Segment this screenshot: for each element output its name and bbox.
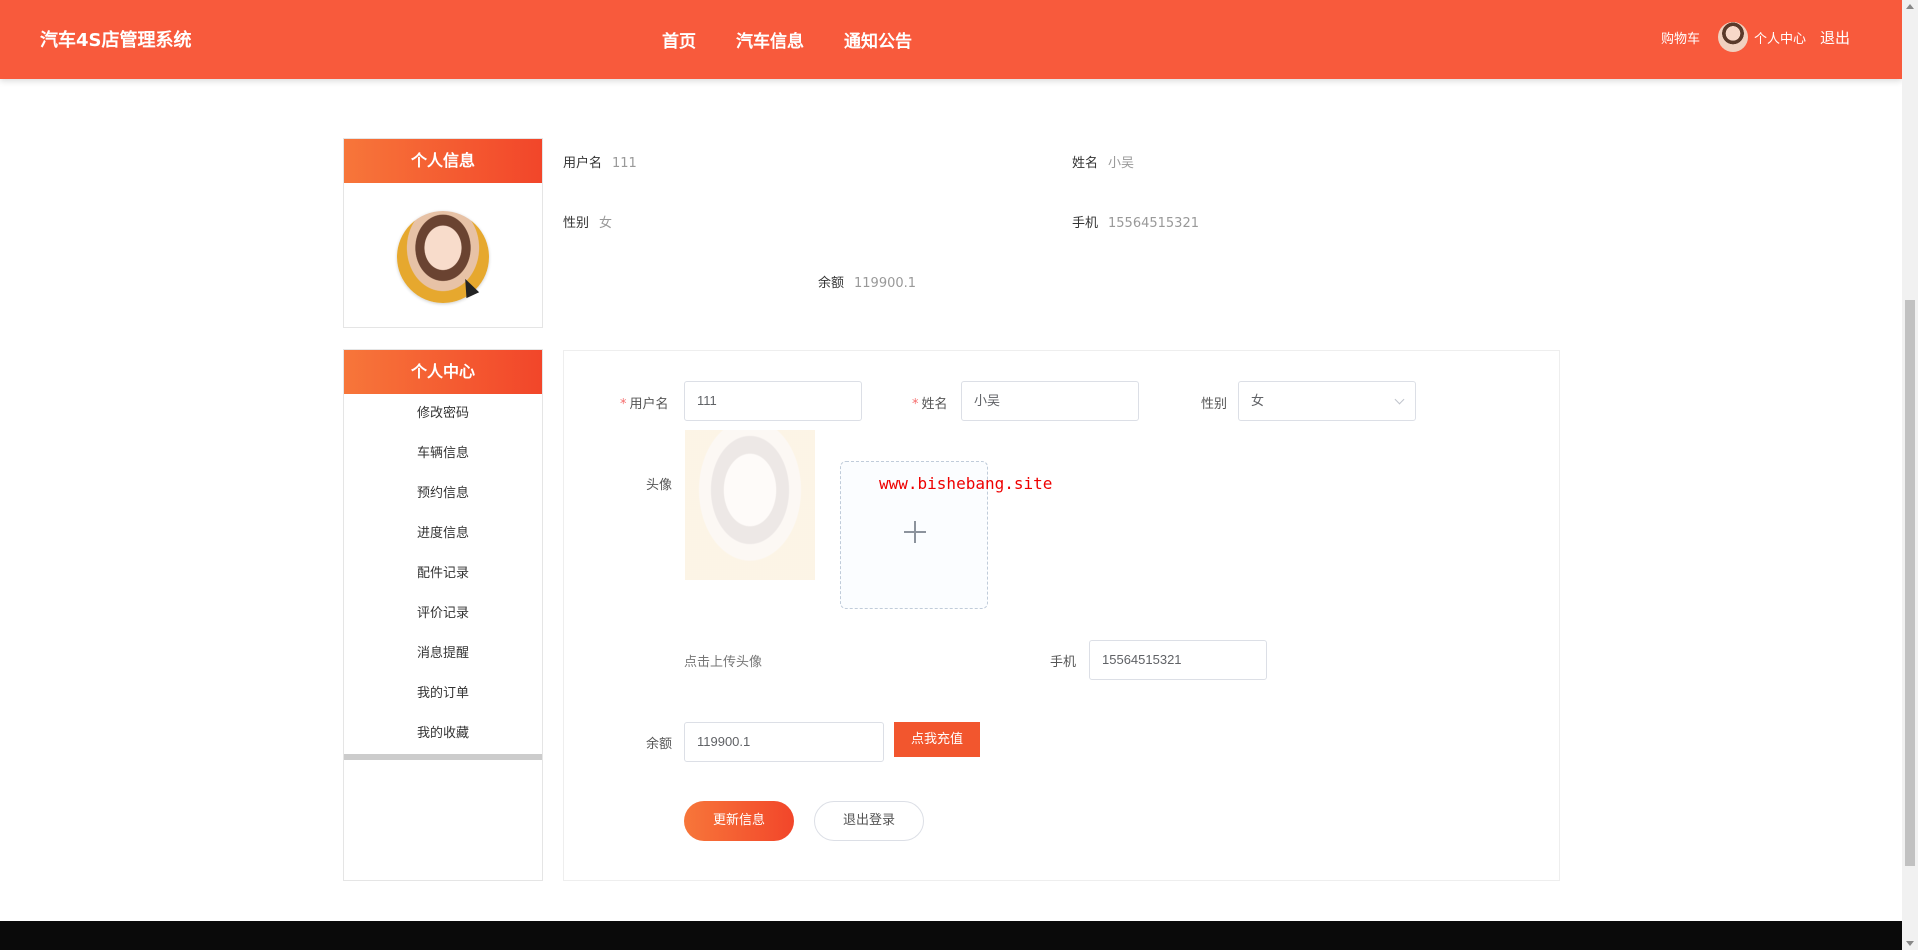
menu-change-password[interactable]: 修改密码 (344, 394, 542, 434)
profile-gender-value: 女 (599, 216, 613, 231)
profile-phone: 手机 15564515321 (1072, 212, 1199, 231)
profile-username-label: 用户名 (563, 156, 603, 171)
header-user-area: 购物车 个人中心 退出 (1661, 22, 1850, 52)
logout-button[interactable]: 退出登录 (814, 801, 924, 841)
menu-parts-record[interactable]: 配件记录 (344, 554, 542, 594)
recharge-button[interactable]: 点我充值 (894, 722, 980, 757)
chevron-down-icon (1394, 394, 1405, 405)
page: 汽车4S店管理系统 首页 汽车信息 通知公告 购物车 个人中心 退出 个人信息 … (0, 0, 1918, 950)
menu-my-orders[interactable]: 我的订单 (344, 674, 542, 714)
upload-hint: 点击上传头像 (684, 655, 763, 670)
update-info-button[interactable]: 更新信息 (684, 801, 794, 841)
menu-divider (344, 754, 542, 760)
username-input[interactable]: 111 (684, 381, 862, 421)
profile-phone-label: 手机 (1072, 216, 1099, 231)
gender-select[interactable]: 女 (1238, 381, 1416, 421)
scrollbar-thumb[interactable] (1905, 300, 1915, 866)
phone-input[interactable]: 15564515321 (1089, 640, 1267, 680)
profile-username-value: 111 (612, 156, 637, 171)
profile-phone-value: 15564515321 (1108, 216, 1199, 231)
watermark-text: www.bishebang.site (879, 474, 1053, 493)
profile-username: 用户名 111 (563, 152, 637, 171)
footer (0, 921, 1902, 950)
form-username-label: * 用户名 (620, 397, 669, 412)
name-input[interactable]: 小吴 (961, 381, 1139, 421)
profile-balance-label: 余额 (818, 276, 845, 291)
nav-home[interactable]: 首页 (662, 27, 696, 52)
cart-link[interactable]: 购物车 (1661, 28, 1700, 47)
personal-info-card: 个人信息 (343, 138, 543, 328)
form-gender-label: 性别 (1201, 397, 1228, 412)
plus-icon-vertical (914, 521, 916, 543)
profile-balance: 余额 119900.1 (818, 272, 916, 291)
menu-review-record[interactable]: 评价记录 (344, 594, 542, 634)
profile-gender-label: 性别 (563, 216, 590, 231)
avatar-preview (685, 430, 815, 580)
user-center-menu: 修改密码 车辆信息 预约信息 进度信息 配件记录 评价记录 消息提醒 我的订单 … (344, 394, 542, 754)
profile-name-value: 小吴 (1108, 156, 1135, 171)
logout-link[interactable]: 退出 (1820, 27, 1850, 48)
scroll-up-icon[interactable] (1906, 4, 1914, 9)
nav-notice[interactable]: 通知公告 (844, 27, 912, 52)
profile-balance-value: 119900.1 (854, 276, 917, 291)
user-center-menu-card: 个人中心 修改密码 车辆信息 预约信息 进度信息 配件记录 评价记录 消息提醒 … (343, 349, 543, 881)
header-avatar[interactable] (1717, 22, 1748, 52)
profile-name-label: 姓名 (1072, 156, 1099, 171)
form-name-label: * 姓名 (912, 397, 948, 412)
gender-select-value: 女 (1251, 393, 1265, 408)
menu-message-reminder[interactable]: 消息提醒 (344, 634, 542, 674)
form-avatar-label: 头像 (646, 478, 673, 493)
menu-vehicle-info[interactable]: 车辆信息 (344, 434, 542, 474)
brand-title: 汽车4S店管理系统 (40, 30, 192, 51)
personal-info-title: 个人信息 (344, 139, 542, 183)
menu-my-favorites[interactable]: 我的收藏 (344, 714, 542, 754)
balance-input: 119900.1 (684, 722, 884, 762)
user-center-link[interactable]: 个人中心 (1754, 28, 1806, 47)
scroll-down-icon[interactable] (1906, 941, 1914, 946)
main-nav: 首页 汽车信息 通知公告 (662, 27, 912, 52)
top-navbar: 汽车4S店管理系统 首页 汽车信息 通知公告 购物车 个人中心 退出 (0, 0, 1902, 79)
menu-appointment-info[interactable]: 预约信息 (344, 474, 542, 514)
profile-name: 姓名 小吴 (1072, 152, 1134, 171)
nav-car-info[interactable]: 汽车信息 (736, 27, 804, 52)
user-center-title: 个人中心 (344, 350, 542, 394)
form-balance-label: 余额 (646, 737, 673, 752)
form-phone-label: 手机 (1050, 655, 1077, 670)
profile-gender: 性别女 (563, 212, 612, 231)
menu-progress-info[interactable]: 进度信息 (344, 514, 542, 554)
page-scrollbar[interactable] (1902, 0, 1918, 950)
